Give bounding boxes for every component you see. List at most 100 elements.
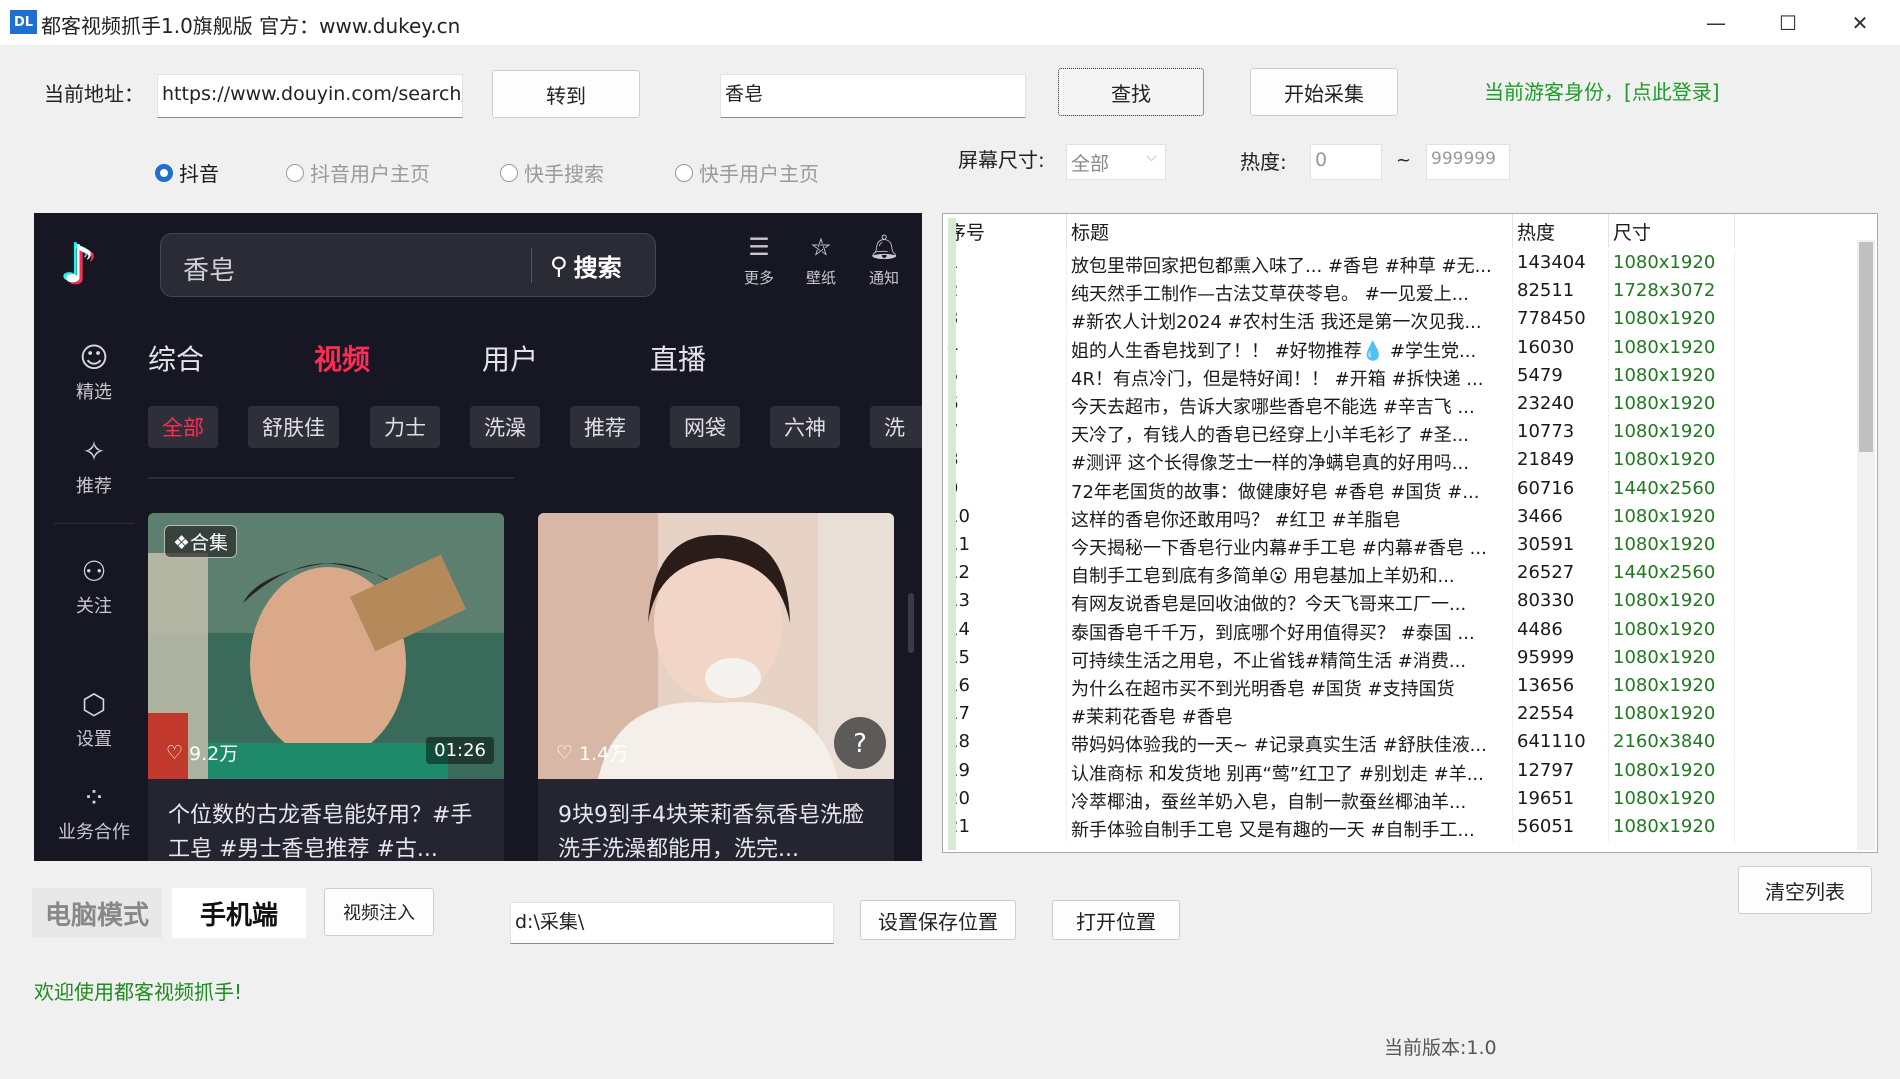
cell-size: 1080x1920 [1609, 701, 1735, 730]
column-header-index[interactable]: 序号 [943, 214, 1067, 248]
table-row[interactable]: 10 这样的香皂你还敢用吗？ #红卫 #羊脂皂 3466 1080x1920 [943, 503, 1863, 532]
start-collect-button[interactable]: 开始采集 [1250, 68, 1398, 116]
cell-heat: 26527 [1513, 560, 1609, 589]
find-button[interactable]: 查找 [1058, 68, 1204, 116]
tab-video[interactable]: 视频 [314, 338, 370, 378]
goto-button[interactable]: 转到 [492, 70, 640, 118]
douyin-search-button[interactable]: ⚲ 搜索 [531, 248, 622, 283]
cell-heat: 19651 [1513, 785, 1609, 814]
open-location-button[interactable]: 打开位置 [1052, 900, 1180, 940]
mobile-mode-tab[interactable]: 手机端 [172, 888, 306, 938]
table-row[interactable]: 14 泰国香皂千千万，到底哪个好用值得买？ #泰国 ... 4486 1080x192… [943, 616, 1863, 645]
cell-index: 6 [943, 391, 1067, 419]
address-input[interactable]: https://www.douyin.com/search/香皂 [157, 74, 463, 118]
table-row[interactable]: 8#测评 这个长得像芝士一样的净螨皂真的好用吗...218491080x1920 [943, 447, 1863, 476]
radio-kuaishou-search[interactable]: 快手搜索 [500, 158, 604, 187]
heat-min-input[interactable]: 0 [1310, 144, 1382, 180]
wallpaper-button[interactable]: ⛦ 壁纸 [796, 233, 846, 288]
tab-user[interactable]: 用户 [482, 338, 538, 378]
cell-title: 新手体验自制手工皂 又是有趣的一天 #自制手工... [1067, 814, 1513, 842]
table-row[interactable]: 7天冷了，有钱人的香皂已经穿上小羊毛衫了 #圣...107731080x1920 [943, 419, 1863, 448]
login-link[interactable]: 当前游客身份，[点此登录] [1484, 76, 1720, 105]
column-header-size[interactable]: 尺寸 [1609, 214, 1735, 248]
video-card[interactable]: ❖合集 ♡ 9.2万 01:26 个位数的古龙香皂能好用？#手工皂 #男士香皂推荐… [148, 513, 504, 861]
cell-heat: 10773 [1513, 419, 1609, 448]
filter-chip[interactable]: 舒肤佳 [248, 406, 339, 448]
video-card[interactable]: ? ♡ 1.4万 9块9到手4块茉莉香氛香皂洗脸洗手洗澡都能用，洗完... ⤒ [538, 513, 894, 861]
filter-chip[interactable]: 洗澡 [470, 406, 540, 448]
tab-general[interactable]: 综合 [148, 338, 204, 378]
douyin-webview[interactable]: ♪ ☺ 精选 ✧ 推荐 ⚇ 关注 ⬡ 设置 ⁘ 业务合作 香皂 ⚲ 搜索 ☰ 更… [34, 213, 922, 861]
sidebar-label: 推荐 [76, 476, 112, 497]
cell-index: 17 [943, 701, 1067, 730]
filter-chip[interactable]: 推荐 [570, 406, 640, 448]
minimize-button[interactable]: — [1680, 0, 1752, 45]
cell-index: 3 [943, 306, 1067, 335]
sidebar-item-follow[interactable]: ⚇ 关注 [34, 555, 154, 618]
video-title[interactable]: 9块9到手4块茉莉香氛香皂洗脸洗手洗澡都能用，洗完... [558, 799, 878, 861]
save-path-input[interactable]: d:\采集\ [510, 902, 834, 944]
cell-title: 4R！有点冷门，但是特好闻！！ #开箱 #拆快递 ... [1067, 362, 1513, 391]
radio-douyin[interactable]: 抖音 [155, 158, 219, 187]
clear-list-button[interactable]: 清空列表 [1738, 866, 1872, 914]
chip-divider [148, 477, 514, 479]
table-row[interactable]: 13 有网友说香皂是回收油做的？今天飞哥来工厂一... 80330 1080x1920 [943, 588, 1863, 617]
filter-chip[interactable]: 洗 [870, 406, 922, 448]
screen-size-select[interactable]: 全部 ⌵ [1066, 144, 1166, 180]
douyin-search-input[interactable]: 香皂 [183, 250, 235, 287]
radio-dot [286, 163, 304, 182]
filter-chip[interactable]: 力士 [370, 406, 440, 448]
sidebar-item-recommend[interactable]: ✧ 推荐 [34, 435, 154, 498]
heat-max-input[interactable]: 999999 [1426, 144, 1510, 180]
cell-size: 1080x1920 [1609, 362, 1735, 391]
cell-index: 9 [943, 475, 1067, 504]
table-row[interactable]: 15 可持续生活之用皂，不止省钱#精简生活 #消费... 95999 1080x192… [943, 644, 1863, 673]
results-table[interactable]: 序号 标题 热度 尺寸 1放包里带回家把包都熏入味了... #香皂 #种草 #无… [942, 213, 1878, 853]
table-row[interactable]: 1放包里带回家把包都熏入味了... #香皂 #种草 #无...143404108… [943, 250, 1863, 278]
back-to-top-icon[interactable]: ⤒ [848, 799, 860, 830]
table-row[interactable]: 21 新手体验自制手工皂 又是有趣的一天 #自制手工... 56051 1080x19… [943, 814, 1863, 842]
table-row[interactable]: 12 自制手工皂到底有多简单😮 用皂基加上羊奶和... 26527 1440x2560 [943, 560, 1863, 589]
table-row[interactable]: 19 认准商标 和发货地 别再“莺”红卫了 #别划走 #羊... 12797 1080… [943, 757, 1863, 786]
table-row[interactable]: 6今天去超市，告诉大家哪些香皂不能选 #辛吉飞 ...232401080x192… [943, 391, 1863, 419]
column-header-title[interactable]: 标题 [1067, 214, 1513, 248]
sidebar-item-business[interactable]: ⁘ 业务合作 [34, 781, 154, 844]
phone-scrollbar[interactable] [908, 593, 914, 653]
notification-button[interactable]: 🔔︎ 通知 [859, 233, 909, 288]
table-row[interactable]: 4姐的人生香皂找到了！！ #好物推荐💧 #学生党...160301080x192… [943, 334, 1863, 363]
table-row[interactable]: 20 冷萃椰油，蚕丝羊奶入皂，自制一款蚕丝椰油羊... 19651 1080x1920 [943, 785, 1863, 814]
table-row[interactable]: 972年老国货的故事：做健康好皂 #香皂 #国货 #...607161440x2… [943, 475, 1863, 504]
table-row[interactable]: 3#新农人计划2024 #农村生活 我还是第一次见我...7784501080x… [943, 306, 1863, 335]
cell-title: 有网友说香皂是回收油做的？今天飞哥来工厂一... [1067, 588, 1513, 617]
column-header-heat[interactable]: 热度 [1513, 214, 1609, 248]
filter-chip[interactable]: 六神 [770, 406, 840, 448]
video-inject-button[interactable]: 视频注入 [324, 888, 434, 936]
cell-title: 天冷了，有钱人的香皂已经穿上小羊毛衫了 #圣... [1067, 419, 1513, 448]
table-row[interactable]: 18 带妈妈体验我的一天~ #记录真实生活 #舒肤佳液... 641110 2160x… [943, 729, 1863, 758]
table-scroll-thumb[interactable] [1859, 242, 1873, 452]
radio-douyin-user[interactable]: 抖音用户主页 [286, 158, 430, 187]
table-row[interactable]: 54R！有点冷门，但是特好闻！！ #开箱 #拆快递 ...54791080x19… [943, 362, 1863, 391]
sidebar-item-settings[interactable]: ⬡ 设置 [34, 688, 154, 751]
sidebar-item-featured[interactable]: ☺ 精选 [34, 341, 154, 404]
keyword-input[interactable]: 香皂 [720, 74, 1026, 118]
more-button[interactable]: ☰ 更多 [734, 233, 784, 288]
douyin-search-box[interactable]: 香皂 ⚲ 搜索 [160, 233, 656, 297]
table-row[interactable]: 16 为什么在超市买不到光明香皂 #国货 #支持国货 13656 1080x1920 [943, 673, 1863, 701]
table-row[interactable]: 2纯天然手工制作—古法艾草茯苓皂。 #一见爱上...825111728x3072 [943, 278, 1863, 307]
table-row[interactable]: 11 今天揭秘一下香皂行业内幕#手工皂 #内幕#香皂 ... 30591 1080x1… [943, 532, 1863, 560]
video-title[interactable]: 个位数的古龙香皂能好用？#手工皂 #男士香皂推荐 #古... [168, 799, 488, 861]
douyin-logo[interactable]: ♪ [62, 235, 95, 295]
maximize-button[interactable]: ☐ [1752, 0, 1824, 45]
table-row[interactable]: 17 #茉莉花香皂 #香皂 22554 1080x1920 [943, 701, 1863, 730]
radio-kuaishou-user[interactable]: 快手用户主页 [675, 158, 819, 187]
filter-chip[interactable]: 网袋 [670, 406, 740, 448]
close-button[interactable]: ✕ [1824, 0, 1896, 45]
set-save-location-button[interactable]: 设置保存位置 [860, 900, 1016, 940]
filter-chip[interactable]: 全部 [148, 406, 218, 448]
cell-index: 5 [943, 362, 1067, 391]
tab-live[interactable]: 直播 [650, 338, 706, 378]
pc-mode-tab[interactable]: 电脑模式 [32, 888, 162, 938]
screen-size-label: 屏幕尺寸: [958, 148, 1045, 172]
cell-size: 2160x3840 [1609, 729, 1735, 758]
